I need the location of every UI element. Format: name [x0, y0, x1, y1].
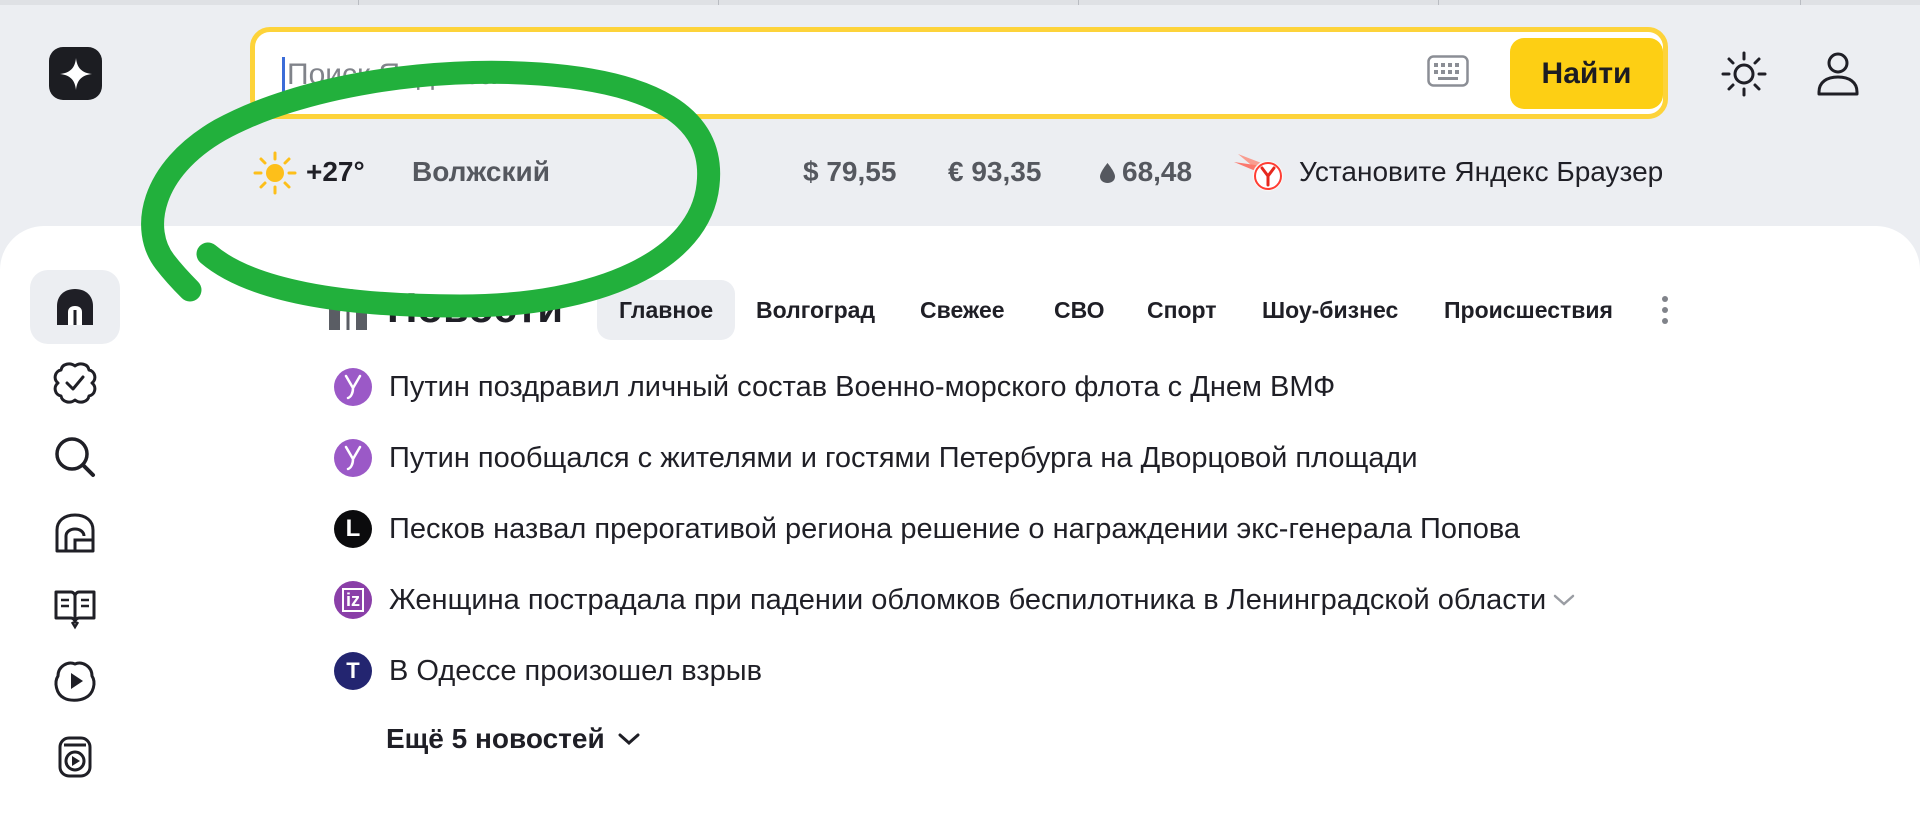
tab-sport[interactable]: Спорт: [1125, 280, 1239, 340]
search-submit-button[interactable]: Найти: [1510, 38, 1663, 109]
news-item[interactable]: iz Женщина пострадала при падении обломк…: [334, 580, 1576, 620]
news-logo-icon: [329, 289, 367, 330]
sun-theme-icon[interactable]: [1720, 50, 1768, 98]
eur-rate[interactable]: € 93,35: [948, 156, 1041, 188]
search-input[interactable]: [287, 46, 1347, 104]
search-bar: Найти: [250, 27, 1668, 119]
oil-drop-icon: [1100, 163, 1115, 183]
news-headline[interactable]: Женщина пострадала при падении обломков …: [389, 584, 1546, 617]
weather-temperature[interactable]: +27°: [306, 156, 365, 188]
more-news-label: Ещё 5 новостей: [386, 723, 605, 754]
more-tabs-icon[interactable]: [1656, 294, 1674, 326]
news-item[interactable]: T В Одессе произошел взрыв: [334, 651, 762, 691]
market-icon[interactable]: [52, 510, 98, 556]
services-check-icon[interactable]: [52, 360, 98, 406]
news-item[interactable]: Путин пообщался с жителями и гостями Пет…: [334, 438, 1418, 478]
yandex-browser-icon[interactable]: [1232, 152, 1288, 194]
chevron-down-icon[interactable]: [1552, 592, 1576, 608]
tab-glavnoe[interactable]: Главное: [597, 280, 736, 340]
source-purple-icon: [334, 439, 372, 477]
tab-svo[interactable]: СВО: [1032, 280, 1127, 340]
home-icon[interactable]: [52, 284, 98, 330]
source-purple-icon: [334, 368, 372, 406]
search-icon[interactable]: [52, 434, 98, 480]
star-logo-icon: [59, 57, 92, 90]
user-profile-icon[interactable]: [1815, 50, 1861, 98]
tab-show-business[interactable]: Шоу-бизнес: [1240, 280, 1420, 340]
more-news-button[interactable]: Ещё 5 новостей: [386, 723, 641, 755]
news-item[interactable]: Путин поздравил личный состав Военно-мор…: [334, 367, 1335, 407]
source-l-icon: L: [334, 510, 372, 548]
book-icon[interactable]: [52, 584, 98, 630]
news-section-title[interactable]: Новости: [387, 284, 563, 332]
oil-rate[interactable]: 68,48: [1122, 156, 1192, 188]
source-iz-icon: iz: [334, 581, 372, 619]
tab-volgograd[interactable]: Волгоград: [734, 280, 897, 340]
music-icon[interactable]: [52, 734, 98, 780]
install-browser-promo[interactable]: Установите Яндекс Браузер: [1299, 156, 1663, 188]
tab-incidents[interactable]: Происшествия: [1422, 280, 1635, 340]
keyboard-icon[interactable]: [1427, 55, 1469, 87]
chevron-down-icon: [618, 733, 640, 746]
text-caret: [282, 57, 285, 93]
news-headline[interactable]: Путин пообщался с жителями и гостями Пет…: [389, 442, 1418, 475]
sun-weather-icon[interactable]: [252, 150, 298, 196]
tab-svezhee[interactable]: Свежее: [898, 280, 1027, 340]
source-t-icon: T: [334, 652, 372, 690]
browser-tab-strip: [0, 0, 1920, 5]
video-play-icon[interactable]: [52, 658, 98, 704]
news-item[interactable]: L Песков назвал прерогативой региона реш…: [334, 509, 1520, 549]
news-headline[interactable]: Путин поздравил личный состав Военно-мор…: [389, 371, 1335, 404]
usd-rate[interactable]: $ 79,55: [803, 156, 896, 188]
news-headline[interactable]: Песков назвал прерогативой региона решен…: [389, 513, 1520, 546]
news-headline[interactable]: В Одессе произошел взрыв: [389, 655, 762, 688]
weather-city[interactable]: Волжский: [412, 156, 550, 188]
yandex-logo[interactable]: [49, 47, 102, 100]
